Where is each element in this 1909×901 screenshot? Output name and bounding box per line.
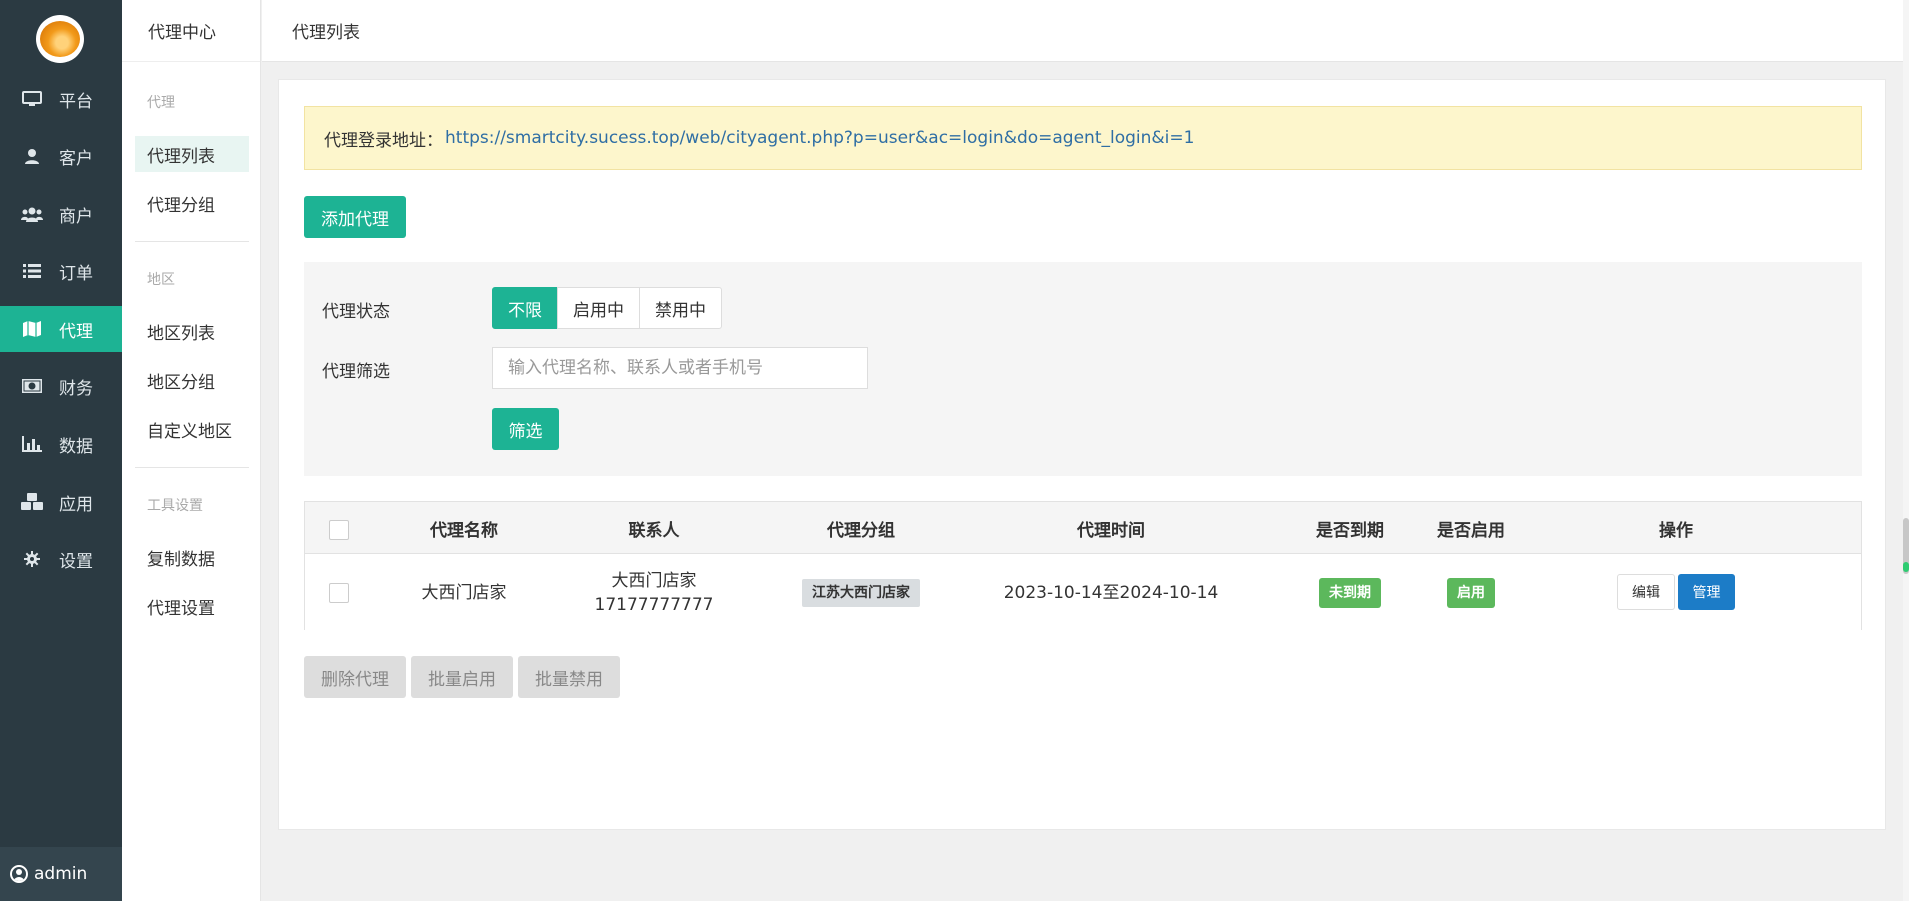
expired-badge: 未到期 (1319, 577, 1381, 608)
add-agent-button[interactable]: 添加代理 (304, 196, 406, 238)
subnav-group-title: 地区 (147, 272, 175, 288)
bulk-enable-button[interactable]: 批量启用 (411, 656, 513, 698)
secondary-sidebar: 代理中心 代理 代理列表 代理分组 地区 地区列表 地区分组 自定义地区 工具设… (122, 0, 261, 901)
subnav-link-custom-region[interactable]: 自定义地区 (135, 411, 249, 447)
sidebar-item-label: 代理 (59, 321, 93, 342)
agent-login-link[interactable]: https://smartcity.sucess.top/web/cityage… (445, 128, 1194, 148)
filter-submit-button[interactable]: 筛选 (492, 408, 559, 450)
sidebar-item-label: 平台 (59, 91, 93, 112)
map-icon (21, 320, 43, 338)
contact-cell: 大西门店家 17177777777 (595, 555, 714, 630)
table-row: 大西门店家 大西门店家 17177777777 江苏大西门店家 2023-10-… (305, 555, 1861, 630)
sidebar-item-platform[interactable]: 平台 (0, 76, 122, 122)
monitor-icon (21, 90, 43, 108)
column-header: 是否启用 (1437, 520, 1505, 541)
contact-name: 大西门店家 (611, 570, 697, 591)
column-header: 联系人 (628, 520, 680, 541)
sidebar-item-settings[interactable]: 设置 (0, 536, 122, 582)
subnav-group-title: 工具设置 (147, 498, 203, 514)
subnav-link-copy-data[interactable]: 复制数据 (135, 539, 249, 575)
column-header: 代理分组 (827, 520, 895, 541)
subnav-title: 代理中心 (122, 0, 260, 62)
time-cell: 2023-10-14至2024-10-14 (1004, 555, 1219, 630)
enabled-badge: 启用 (1447, 577, 1495, 608)
status-option-disabled[interactable]: 禁用中 (639, 287, 722, 329)
filter-panel: 代理状态 不限 启用中 禁用中 代理筛选 筛选 (304, 262, 1862, 476)
cubes-icon (21, 493, 43, 511)
sidebar-item-orders[interactable]: 订单 (0, 248, 122, 294)
column-header: 操作 (1659, 520, 1693, 541)
sidebar-item-data[interactable]: 数据 (0, 421, 122, 467)
select-all-checkbox[interactable] (329, 520, 349, 540)
row-checkbox[interactable] (329, 583, 349, 603)
column-header: 代理时间 (1077, 520, 1145, 541)
sidebar-item-agent[interactable]: 代理 (0, 306, 122, 352)
manage-button[interactable]: 管理 (1678, 574, 1735, 610)
user-menu[interactable]: admin (0, 847, 122, 901)
status-filter-label: 代理状态 (322, 302, 390, 322)
alert-label: 代理登录地址： (324, 130, 443, 151)
logo[interactable] (36, 15, 84, 63)
username: admin (34, 864, 88, 884)
user-circle-icon (10, 865, 28, 883)
sidebar-item-label: 客户 (59, 148, 93, 169)
column-header: 是否到期 (1316, 520, 1384, 541)
sidebar-item-label: 商户 (59, 206, 93, 227)
main-sidebar: 平台 客户 商户 订单 代理 财务 数据 应用 设置 admin (0, 0, 122, 901)
main-panel: 代理登录地址： https://smartcity.sucess.top/web… (278, 79, 1886, 830)
table-header: 代理名称 联系人 代理分组 代理时间 是否到期 是否启用 操作 (305, 502, 1861, 554)
subnav-link-agent-list[interactable]: 代理列表 (135, 136, 249, 172)
delete-agents-button[interactable]: 删除代理 (304, 656, 406, 698)
bar-chart-icon (21, 435, 43, 453)
bulk-disable-button[interactable]: 批量禁用 (518, 656, 620, 698)
sidebar-item-merchant[interactable]: 商户 (0, 191, 122, 237)
subnav-link-region-list[interactable]: 地区列表 (135, 313, 249, 349)
search-filter-label: 代理筛选 (322, 362, 390, 382)
sidebar-item-finance[interactable]: 财务 (0, 363, 122, 409)
status-segmented-control: 不限 启用中 禁用中 (492, 287, 722, 329)
agent-time: 2023-10-14至2024-10-14 (1003, 582, 1219, 603)
breadcrumb: 代理列表 (292, 23, 360, 43)
gear-icon (21, 550, 43, 568)
subnav-link-region-group[interactable]: 地区分组 (135, 362, 249, 398)
scrollbar-marker (1903, 562, 1909, 572)
agent-search-input[interactable] (492, 347, 868, 389)
top-header: 代理列表 (262, 0, 1909, 62)
orange-logo-icon (40, 21, 80, 57)
user-icon (21, 147, 43, 165)
money-icon (21, 377, 43, 395)
agent-name: 大西门店家 (421, 582, 507, 603)
edit-button[interactable]: 编辑 (1617, 574, 1675, 610)
subnav-link-agent-group[interactable]: 代理分组 (135, 185, 249, 221)
divider (135, 467, 249, 468)
column-header: 代理名称 (430, 520, 498, 541)
subnav-group-title: 代理 (147, 95, 175, 111)
subnav-link-agent-settings[interactable]: 代理设置 (135, 588, 249, 624)
login-url-alert: 代理登录地址： https://smartcity.sucess.top/web… (304, 106, 1862, 170)
divider (135, 241, 249, 242)
enabled-cell: 启用 (1447, 555, 1495, 630)
status-option-all[interactable]: 不限 (492, 287, 558, 329)
sidebar-item-label: 应用 (59, 494, 93, 515)
list-icon (21, 262, 43, 280)
status-option-enabled[interactable]: 启用中 (557, 287, 640, 329)
sidebar-item-apps[interactable]: 应用 (0, 479, 122, 525)
contact-phone: 17177777777 (594, 594, 714, 615)
page-scrollbar[interactable] (1903, 0, 1909, 901)
sidebar-item-label: 数据 (59, 436, 93, 457)
group-tag: 江苏大西门店家 (802, 578, 920, 607)
expired-cell: 未到期 (1319, 555, 1381, 630)
agent-table: 代理名称 联系人 代理分组 代理时间 是否到期 是否启用 操作 大西门店家 大西… (304, 501, 1862, 630)
users-icon (21, 205, 43, 223)
group-cell: 江苏大西门店家 (802, 555, 920, 630)
sidebar-item-label: 订单 (59, 263, 93, 284)
sidebar-item-label: 财务 (59, 378, 93, 399)
sidebar-item-customer[interactable]: 客户 (0, 133, 122, 179)
sidebar-item-label: 设置 (59, 551, 93, 572)
agent-name-cell: 大西门店家 (422, 555, 507, 630)
